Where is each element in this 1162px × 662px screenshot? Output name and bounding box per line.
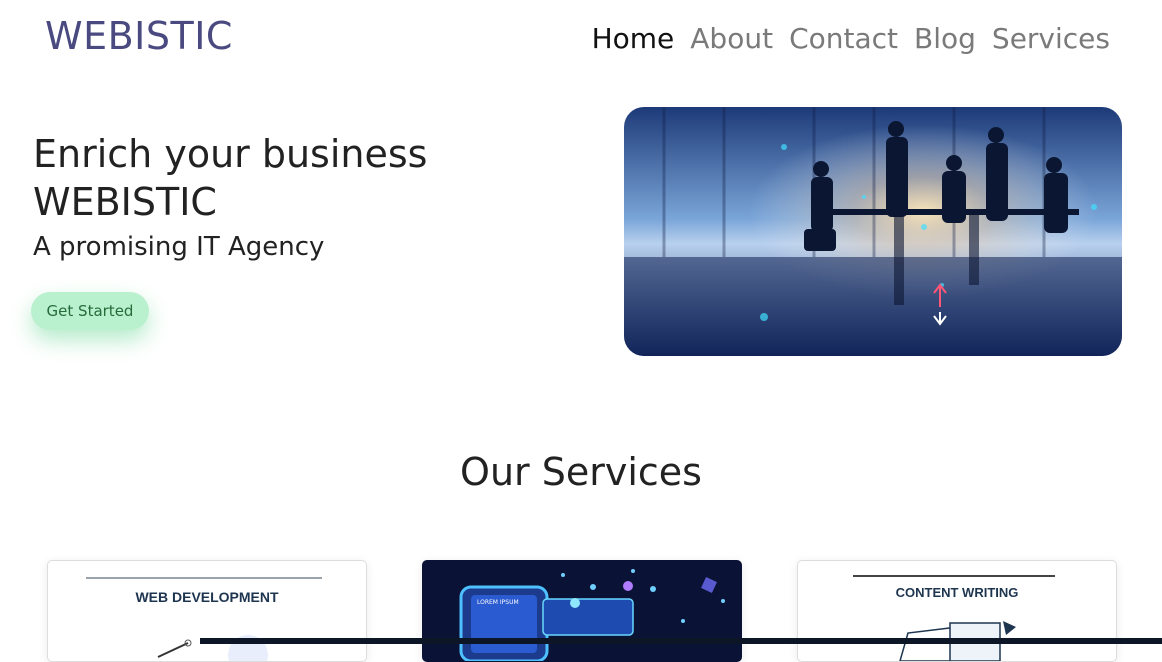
web-development-illustration xyxy=(157,635,268,661)
service-card-label: WEB DEVELOPMENT xyxy=(135,589,279,605)
site-logo[interactable]: WEBISTIC xyxy=(45,14,233,58)
service-card-content-writing[interactable]: CONTENT WRITING xyxy=(797,560,1117,662)
hero-title: Enrich your business WEBISTIC xyxy=(33,130,427,226)
main-nav: Home About Contact Blog Services xyxy=(592,22,1110,55)
service-card-label: LOREM IPSUM xyxy=(477,599,519,606)
get-started-button[interactable]: Get Started xyxy=(31,292,149,330)
hero-title-line2: WEBISTIC xyxy=(33,180,217,224)
service-card-lorem-ipsum[interactable]: LOREM IPSUM xyxy=(422,560,742,662)
service-card-label: CONTENT WRITING xyxy=(895,585,1019,600)
hero-subtitle: A promising IT Agency xyxy=(33,232,325,262)
service-card-web-development[interactable]: WEB DEVELOPMENT xyxy=(47,560,367,662)
services-heading: Our Services xyxy=(460,450,702,494)
hero-title-line1: Enrich your business xyxy=(33,132,428,176)
hero-business-image xyxy=(624,107,1122,356)
nav-blog[interactable]: Blog xyxy=(914,22,976,55)
nav-services[interactable]: Services xyxy=(992,22,1110,55)
content-writing-illustration xyxy=(899,621,1016,661)
nav-about[interactable]: About xyxy=(690,22,773,55)
card-divider xyxy=(853,575,1055,577)
lorem-ipsum-illustration xyxy=(423,561,741,661)
card-divider xyxy=(86,577,322,579)
nav-contact[interactable]: Contact xyxy=(789,22,898,55)
bottom-bar xyxy=(200,638,1162,644)
nav-home[interactable]: Home xyxy=(592,22,675,55)
